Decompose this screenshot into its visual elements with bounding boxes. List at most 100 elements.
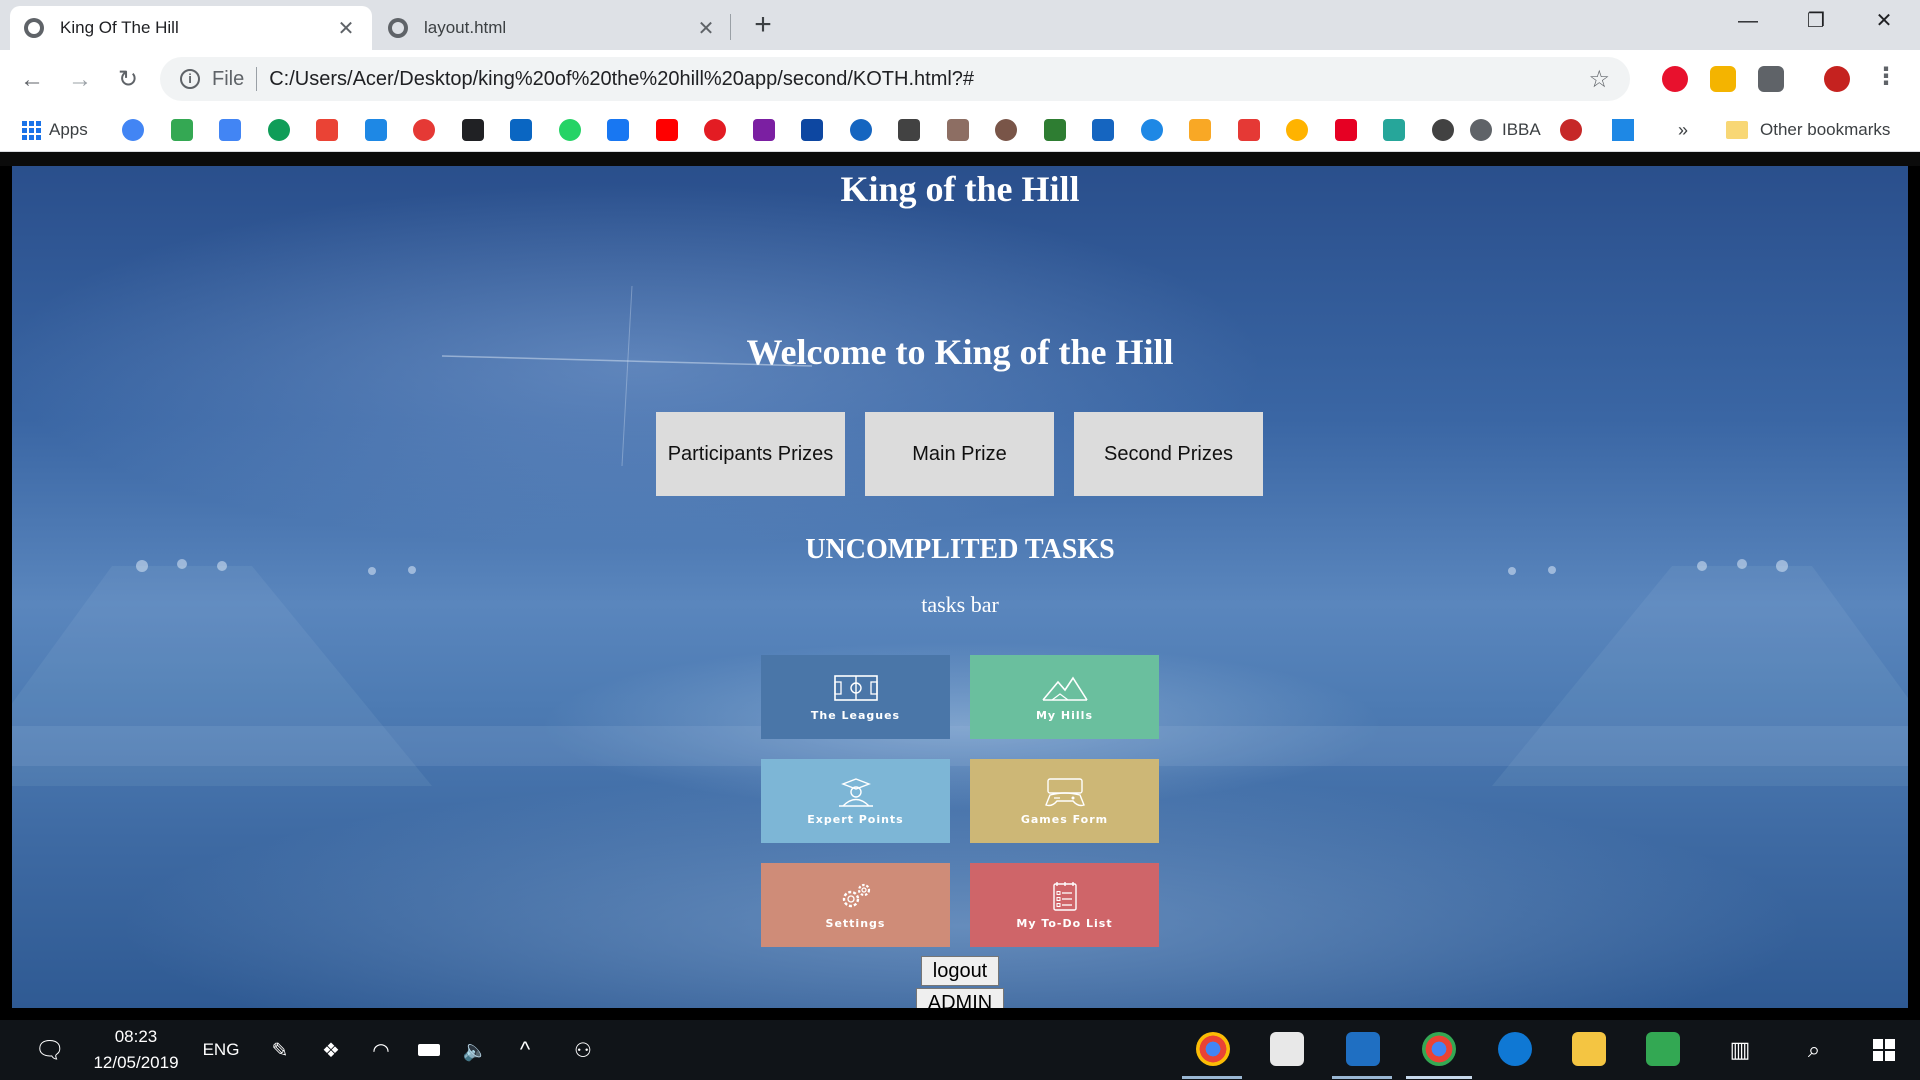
bookmark-favicon-icon[interactable] bbox=[946, 119, 969, 141]
bookmarks-overflow-button[interactable]: » bbox=[1678, 119, 1688, 141]
field-icon bbox=[833, 674, 878, 701]
new-tab-button[interactable]: + bbox=[748, 10, 778, 40]
bookmark-icon[interactable] bbox=[1612, 119, 1634, 141]
bookmark-label: IBBA bbox=[1502, 120, 1541, 139]
tile-the-leagues[interactable]: The Leagues bbox=[761, 655, 950, 739]
edge-app-icon[interactable] bbox=[1498, 1032, 1532, 1066]
bookmark-favicon-icon[interactable] bbox=[995, 119, 1017, 141]
tab-layout-html[interactable]: layout.html ✕ bbox=[374, 6, 732, 50]
bookmark-favicon-icon[interactable] bbox=[1286, 119, 1308, 141]
bookmark-favicon-icon[interactable] bbox=[170, 119, 193, 141]
restore-button[interactable]: ❐ bbox=[1786, 6, 1846, 36]
admin-button[interactable]: ADMIN bbox=[916, 988, 1004, 1008]
photos-app-icon[interactable] bbox=[1270, 1032, 1304, 1066]
system-clock[interactable]: 08:23 12/05/2019 bbox=[86, 1024, 186, 1076]
bookmark-favicon-icon[interactable] bbox=[1334, 119, 1357, 141]
dropbox-icon[interactable]: ❖ bbox=[316, 1020, 346, 1080]
chevron-up-icon[interactable]: ^ bbox=[510, 1020, 540, 1080]
tile-expert-points[interactable]: Expert Points bbox=[761, 759, 950, 843]
bookmark-favicon-icon[interactable] bbox=[1237, 119, 1260, 141]
windows-start-icon[interactable] bbox=[1866, 1020, 1902, 1080]
bookmark-favicon-icon[interactable] bbox=[364, 119, 387, 141]
browser-toolbar: ← → ↻ i File C:/Users/Acer/Desktop/king%… bbox=[0, 50, 1920, 108]
browser-tab-strip: King Of The Hill ✕ layout.html ✕ + — ❐ ✕ bbox=[0, 0, 1920, 50]
logout-button[interactable]: logout bbox=[921, 956, 999, 986]
bookmark-favicon-icon[interactable] bbox=[849, 119, 872, 141]
task-view-icon[interactable]: ▥ bbox=[1722, 1020, 1758, 1080]
bookmark-favicon-icon[interactable] bbox=[801, 119, 823, 141]
bookmark-other[interactable]: Other bookmarks bbox=[1726, 119, 1890, 141]
close-window-button[interactable]: ✕ bbox=[1854, 6, 1914, 36]
tasks-bar-text: tasks bar bbox=[921, 592, 999, 617]
bookmark-favicon-icon[interactable] bbox=[413, 119, 435, 141]
folder-icon bbox=[1726, 121, 1748, 139]
info-icon[interactable]: i bbox=[180, 69, 200, 89]
expert-icon bbox=[838, 777, 873, 807]
bookmark-star-icon[interactable]: ☆ bbox=[1588, 65, 1610, 94]
bookmark-favicon-icon[interactable] bbox=[461, 119, 484, 141]
main-prize-button[interactable]: Main Prize bbox=[865, 412, 1054, 496]
bookmark-apps[interactable]: Apps bbox=[22, 119, 88, 141]
windows-taskbar: 🗨 08:23 12/05/2019 ENG ✎ ❖ ◠ 🔈 ^ ⚇ ▥ ⌕ bbox=[0, 1020, 1920, 1080]
bookmark-favicon-icon[interactable] bbox=[558, 119, 581, 141]
close-tab-button[interactable]: ✕ bbox=[694, 16, 718, 41]
second-prizes-button[interactable]: Second Prizes bbox=[1074, 412, 1263, 496]
bookmark-favicon-icon[interactable] bbox=[122, 119, 144, 141]
bookmark-favicon-icon[interactable] bbox=[316, 119, 338, 141]
gears-icon bbox=[842, 883, 870, 907]
battery-icon[interactable] bbox=[414, 1020, 444, 1080]
minimize-button[interactable]: — bbox=[1718, 6, 1778, 36]
action-center-icon[interactable]: 🗨 bbox=[30, 1020, 70, 1080]
bookmark-favicon-icon[interactable] bbox=[607, 119, 629, 141]
bookmark-icon[interactable] bbox=[1560, 119, 1582, 141]
browser-menu-icon[interactable]: ⋮ bbox=[1874, 62, 1898, 91]
tab-title: King Of The Hill bbox=[60, 18, 179, 37]
pen-icon[interactable]: ✎ bbox=[266, 1020, 294, 1080]
search-icon[interactable]: ⌕ bbox=[1796, 1020, 1832, 1080]
chrome-app-icon-active[interactable] bbox=[1422, 1032, 1456, 1066]
tile-settings[interactable]: Settings bbox=[761, 863, 950, 947]
gamepad-icon bbox=[1044, 777, 1085, 806]
site-title: King of the Hill bbox=[840, 169, 1080, 209]
tile-games-form[interactable]: Games Form bbox=[970, 759, 1159, 843]
language-indicator[interactable]: ENG bbox=[200, 1020, 242, 1080]
reload-button[interactable]: ↻ bbox=[110, 62, 146, 98]
bookmark-favicon-icon[interactable] bbox=[219, 119, 241, 141]
bookmark-favicon-icon[interactable] bbox=[1043, 119, 1066, 141]
bookmark-favicon-icon[interactable] bbox=[1092, 119, 1114, 141]
bookmark-favicon-icon[interactable] bbox=[704, 119, 726, 141]
address-bar[interactable]: i File C:/Users/Acer/Desktop/king%20of%2… bbox=[160, 57, 1630, 101]
bookmark-favicon-icon[interactable] bbox=[655, 119, 678, 141]
bookmark-favicon-icon[interactable] bbox=[1189, 119, 1211, 141]
bookmark-favicon-icon[interactable] bbox=[510, 119, 532, 141]
file-explorer-icon[interactable] bbox=[1572, 1032, 1606, 1066]
people-icon[interactable]: ⚇ bbox=[568, 1020, 598, 1080]
vscode-app-icon[interactable] bbox=[1346, 1032, 1380, 1066]
tile-my-todo-list[interactable]: My To-Do List bbox=[970, 863, 1159, 947]
forward-button[interactable]: → bbox=[62, 62, 98, 98]
page-top-band bbox=[0, 152, 1920, 166]
sheets-app-icon[interactable] bbox=[1646, 1032, 1680, 1066]
extension-icon[interactable] bbox=[1758, 66, 1784, 92]
bookmark-favicon-icon[interactable] bbox=[898, 119, 920, 141]
bookmark-favicon-icon[interactable] bbox=[1431, 119, 1454, 141]
wifi-icon[interactable]: ◠ bbox=[366, 1020, 396, 1080]
tile-my-hills[interactable]: My Hills bbox=[970, 655, 1159, 739]
bookmark-favicon-icon[interactable] bbox=[267, 119, 290, 141]
scheme-label: File bbox=[212, 67, 245, 90]
bookmark-ibba[interactable]: IBBA bbox=[1470, 119, 1541, 141]
back-button[interactable]: ← bbox=[14, 62, 50, 98]
close-tab-button[interactable]: ✕ bbox=[334, 16, 358, 41]
bookmark-favicon-icon[interactable] bbox=[752, 119, 775, 141]
extension-icon[interactable] bbox=[1710, 66, 1736, 92]
volume-icon[interactable]: 🔈 bbox=[460, 1020, 490, 1080]
url-text[interactable]: C:/Users/Acer/Desktop/king%20of%20the%20… bbox=[269, 68, 1588, 91]
profile-avatar-icon[interactable] bbox=[1824, 66, 1850, 92]
bookmark-favicon-icon[interactable] bbox=[1383, 119, 1405, 141]
bookmark-favicon-icon[interactable] bbox=[1140, 119, 1163, 141]
adblock-extension-icon[interactable] bbox=[1662, 66, 1688, 92]
tab-king-of-the-hill[interactable]: King Of The Hill ✕ bbox=[10, 6, 372, 50]
chrome-app-icon[interactable] bbox=[1196, 1032, 1230, 1066]
participants-prizes-button[interactable]: Participants Prizes bbox=[656, 412, 845, 496]
tile-label: Expert Points bbox=[807, 812, 904, 826]
